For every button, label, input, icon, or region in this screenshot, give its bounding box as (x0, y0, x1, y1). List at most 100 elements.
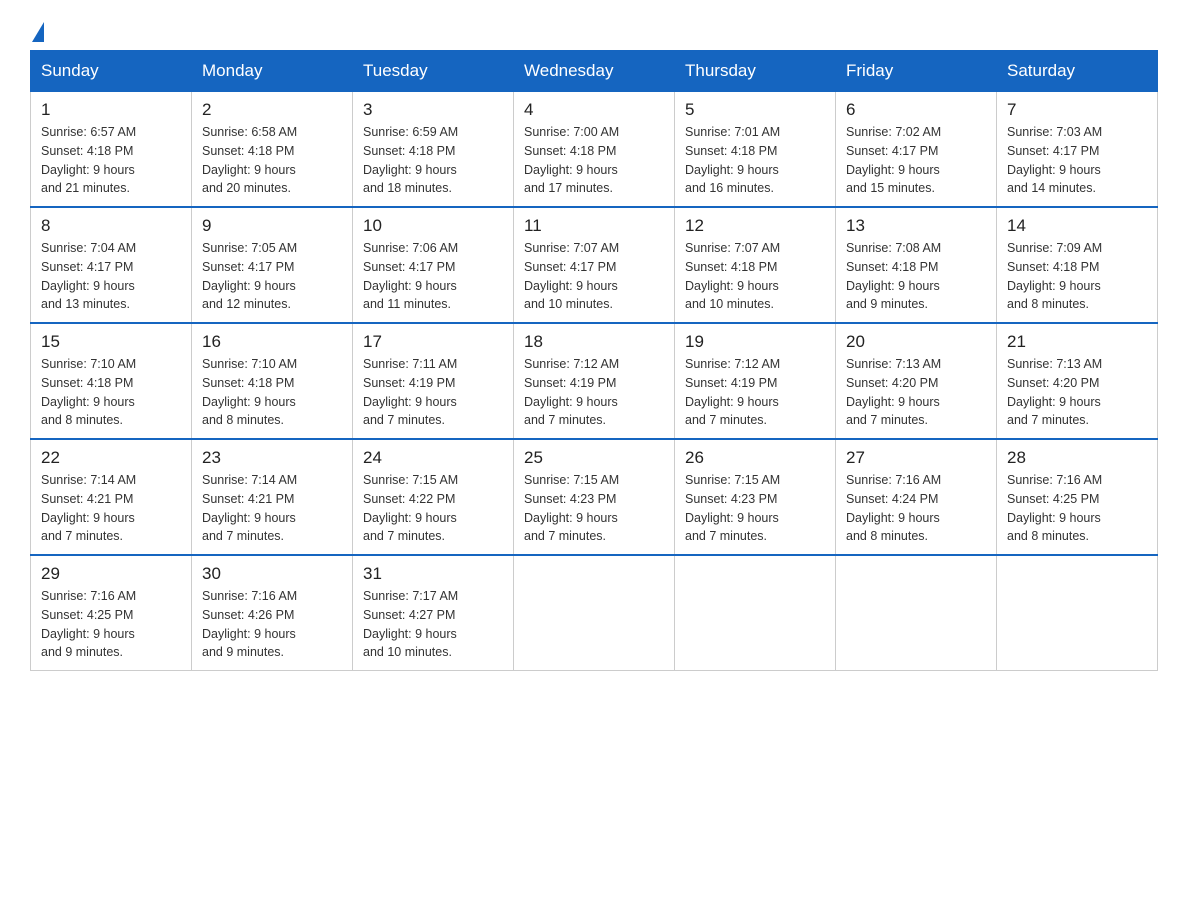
day-number: 16 (202, 332, 342, 352)
day-number: 28 (1007, 448, 1147, 468)
calendar-cell: 13 Sunrise: 7:08 AM Sunset: 4:18 PM Dayl… (836, 207, 997, 323)
calendar-cell: 7 Sunrise: 7:03 AM Sunset: 4:17 PM Dayli… (997, 92, 1158, 208)
day-info: Sunrise: 7:14 AM Sunset: 4:21 PM Dayligh… (202, 471, 342, 546)
day-info: Sunrise: 7:12 AM Sunset: 4:19 PM Dayligh… (685, 355, 825, 430)
calendar-cell (997, 555, 1158, 671)
day-number: 6 (846, 100, 986, 120)
header-friday: Friday (836, 51, 997, 92)
day-number: 14 (1007, 216, 1147, 236)
day-info: Sunrise: 7:05 AM Sunset: 4:17 PM Dayligh… (202, 239, 342, 314)
day-number: 5 (685, 100, 825, 120)
calendar-header-row: SundayMondayTuesdayWednesdayThursdayFrid… (31, 51, 1158, 92)
day-info: Sunrise: 7:15 AM Sunset: 4:22 PM Dayligh… (363, 471, 503, 546)
day-info: Sunrise: 6:59 AM Sunset: 4:18 PM Dayligh… (363, 123, 503, 198)
calendar-cell: 4 Sunrise: 7:00 AM Sunset: 4:18 PM Dayli… (514, 92, 675, 208)
day-number: 12 (685, 216, 825, 236)
calendar-cell: 26 Sunrise: 7:15 AM Sunset: 4:23 PM Dayl… (675, 439, 836, 555)
day-number: 2 (202, 100, 342, 120)
day-number: 30 (202, 564, 342, 584)
day-info: Sunrise: 7:07 AM Sunset: 4:18 PM Dayligh… (685, 239, 825, 314)
day-info: Sunrise: 7:15 AM Sunset: 4:23 PM Dayligh… (524, 471, 664, 546)
day-info: Sunrise: 7:15 AM Sunset: 4:23 PM Dayligh… (685, 471, 825, 546)
day-number: 21 (1007, 332, 1147, 352)
calendar-cell: 21 Sunrise: 7:13 AM Sunset: 4:20 PM Dayl… (997, 323, 1158, 439)
calendar-cell: 9 Sunrise: 7:05 AM Sunset: 4:17 PM Dayli… (192, 207, 353, 323)
day-number: 4 (524, 100, 664, 120)
day-info: Sunrise: 7:12 AM Sunset: 4:19 PM Dayligh… (524, 355, 664, 430)
day-info: Sunrise: 7:07 AM Sunset: 4:17 PM Dayligh… (524, 239, 664, 314)
calendar-cell: 2 Sunrise: 6:58 AM Sunset: 4:18 PM Dayli… (192, 92, 353, 208)
calendar-week-row: 8 Sunrise: 7:04 AM Sunset: 4:17 PM Dayli… (31, 207, 1158, 323)
calendar-cell: 8 Sunrise: 7:04 AM Sunset: 4:17 PM Dayli… (31, 207, 192, 323)
calendar-week-row: 1 Sunrise: 6:57 AM Sunset: 4:18 PM Dayli… (31, 92, 1158, 208)
day-number: 22 (41, 448, 181, 468)
header-saturday: Saturday (997, 51, 1158, 92)
calendar-cell: 28 Sunrise: 7:16 AM Sunset: 4:25 PM Dayl… (997, 439, 1158, 555)
day-info: Sunrise: 7:10 AM Sunset: 4:18 PM Dayligh… (202, 355, 342, 430)
day-info: Sunrise: 7:14 AM Sunset: 4:21 PM Dayligh… (41, 471, 181, 546)
day-number: 25 (524, 448, 664, 468)
day-number: 8 (41, 216, 181, 236)
calendar-cell: 25 Sunrise: 7:15 AM Sunset: 4:23 PM Dayl… (514, 439, 675, 555)
day-info: Sunrise: 7:11 AM Sunset: 4:19 PM Dayligh… (363, 355, 503, 430)
calendar-cell: 17 Sunrise: 7:11 AM Sunset: 4:19 PM Dayl… (353, 323, 514, 439)
header-monday: Monday (192, 51, 353, 92)
day-number: 19 (685, 332, 825, 352)
logo (30, 20, 44, 40)
header-wednesday: Wednesday (514, 51, 675, 92)
calendar-cell: 11 Sunrise: 7:07 AM Sunset: 4:17 PM Dayl… (514, 207, 675, 323)
header-thursday: Thursday (675, 51, 836, 92)
calendar-cell: 16 Sunrise: 7:10 AM Sunset: 4:18 PM Dayl… (192, 323, 353, 439)
calendar-cell: 3 Sunrise: 6:59 AM Sunset: 4:18 PM Dayli… (353, 92, 514, 208)
day-info: Sunrise: 7:17 AM Sunset: 4:27 PM Dayligh… (363, 587, 503, 662)
day-info: Sunrise: 7:16 AM Sunset: 4:24 PM Dayligh… (846, 471, 986, 546)
page-header (30, 20, 1158, 40)
calendar-cell: 5 Sunrise: 7:01 AM Sunset: 4:18 PM Dayli… (675, 92, 836, 208)
calendar-cell: 1 Sunrise: 6:57 AM Sunset: 4:18 PM Dayli… (31, 92, 192, 208)
day-info: Sunrise: 7:10 AM Sunset: 4:18 PM Dayligh… (41, 355, 181, 430)
day-info: Sunrise: 7:00 AM Sunset: 4:18 PM Dayligh… (524, 123, 664, 198)
calendar-table: SundayMondayTuesdayWednesdayThursdayFrid… (30, 50, 1158, 671)
day-info: Sunrise: 7:16 AM Sunset: 4:25 PM Dayligh… (41, 587, 181, 662)
calendar-week-row: 22 Sunrise: 7:14 AM Sunset: 4:21 PM Dayl… (31, 439, 1158, 555)
day-info: Sunrise: 7:13 AM Sunset: 4:20 PM Dayligh… (846, 355, 986, 430)
day-number: 7 (1007, 100, 1147, 120)
day-info: Sunrise: 7:04 AM Sunset: 4:17 PM Dayligh… (41, 239, 181, 314)
day-info: Sunrise: 7:13 AM Sunset: 4:20 PM Dayligh… (1007, 355, 1147, 430)
day-number: 10 (363, 216, 503, 236)
day-number: 27 (846, 448, 986, 468)
day-info: Sunrise: 7:16 AM Sunset: 4:25 PM Dayligh… (1007, 471, 1147, 546)
day-number: 9 (202, 216, 342, 236)
calendar-cell: 27 Sunrise: 7:16 AM Sunset: 4:24 PM Dayl… (836, 439, 997, 555)
calendar-cell: 29 Sunrise: 7:16 AM Sunset: 4:25 PM Dayl… (31, 555, 192, 671)
calendar-cell: 24 Sunrise: 7:15 AM Sunset: 4:22 PM Dayl… (353, 439, 514, 555)
day-number: 1 (41, 100, 181, 120)
calendar-cell: 14 Sunrise: 7:09 AM Sunset: 4:18 PM Dayl… (997, 207, 1158, 323)
day-info: Sunrise: 7:16 AM Sunset: 4:26 PM Dayligh… (202, 587, 342, 662)
calendar-cell: 15 Sunrise: 7:10 AM Sunset: 4:18 PM Dayl… (31, 323, 192, 439)
calendar-cell: 30 Sunrise: 7:16 AM Sunset: 4:26 PM Dayl… (192, 555, 353, 671)
calendar-cell: 31 Sunrise: 7:17 AM Sunset: 4:27 PM Dayl… (353, 555, 514, 671)
calendar-cell: 6 Sunrise: 7:02 AM Sunset: 4:17 PM Dayli… (836, 92, 997, 208)
header-tuesday: Tuesday (353, 51, 514, 92)
calendar-week-row: 15 Sunrise: 7:10 AM Sunset: 4:18 PM Dayl… (31, 323, 1158, 439)
day-info: Sunrise: 6:58 AM Sunset: 4:18 PM Dayligh… (202, 123, 342, 198)
calendar-cell: 18 Sunrise: 7:12 AM Sunset: 4:19 PM Dayl… (514, 323, 675, 439)
day-number: 11 (524, 216, 664, 236)
calendar-cell: 22 Sunrise: 7:14 AM Sunset: 4:21 PM Dayl… (31, 439, 192, 555)
calendar-cell: 23 Sunrise: 7:14 AM Sunset: 4:21 PM Dayl… (192, 439, 353, 555)
calendar-cell: 20 Sunrise: 7:13 AM Sunset: 4:20 PM Dayl… (836, 323, 997, 439)
calendar-cell (675, 555, 836, 671)
day-number: 18 (524, 332, 664, 352)
calendar-cell: 12 Sunrise: 7:07 AM Sunset: 4:18 PM Dayl… (675, 207, 836, 323)
day-info: Sunrise: 7:03 AM Sunset: 4:17 PM Dayligh… (1007, 123, 1147, 198)
calendar-cell (514, 555, 675, 671)
day-number: 15 (41, 332, 181, 352)
day-number: 26 (685, 448, 825, 468)
day-info: Sunrise: 7:06 AM Sunset: 4:17 PM Dayligh… (363, 239, 503, 314)
calendar-cell (836, 555, 997, 671)
day-number: 20 (846, 332, 986, 352)
day-number: 13 (846, 216, 986, 236)
calendar-week-row: 29 Sunrise: 7:16 AM Sunset: 4:25 PM Dayl… (31, 555, 1158, 671)
calendar-cell: 19 Sunrise: 7:12 AM Sunset: 4:19 PM Dayl… (675, 323, 836, 439)
